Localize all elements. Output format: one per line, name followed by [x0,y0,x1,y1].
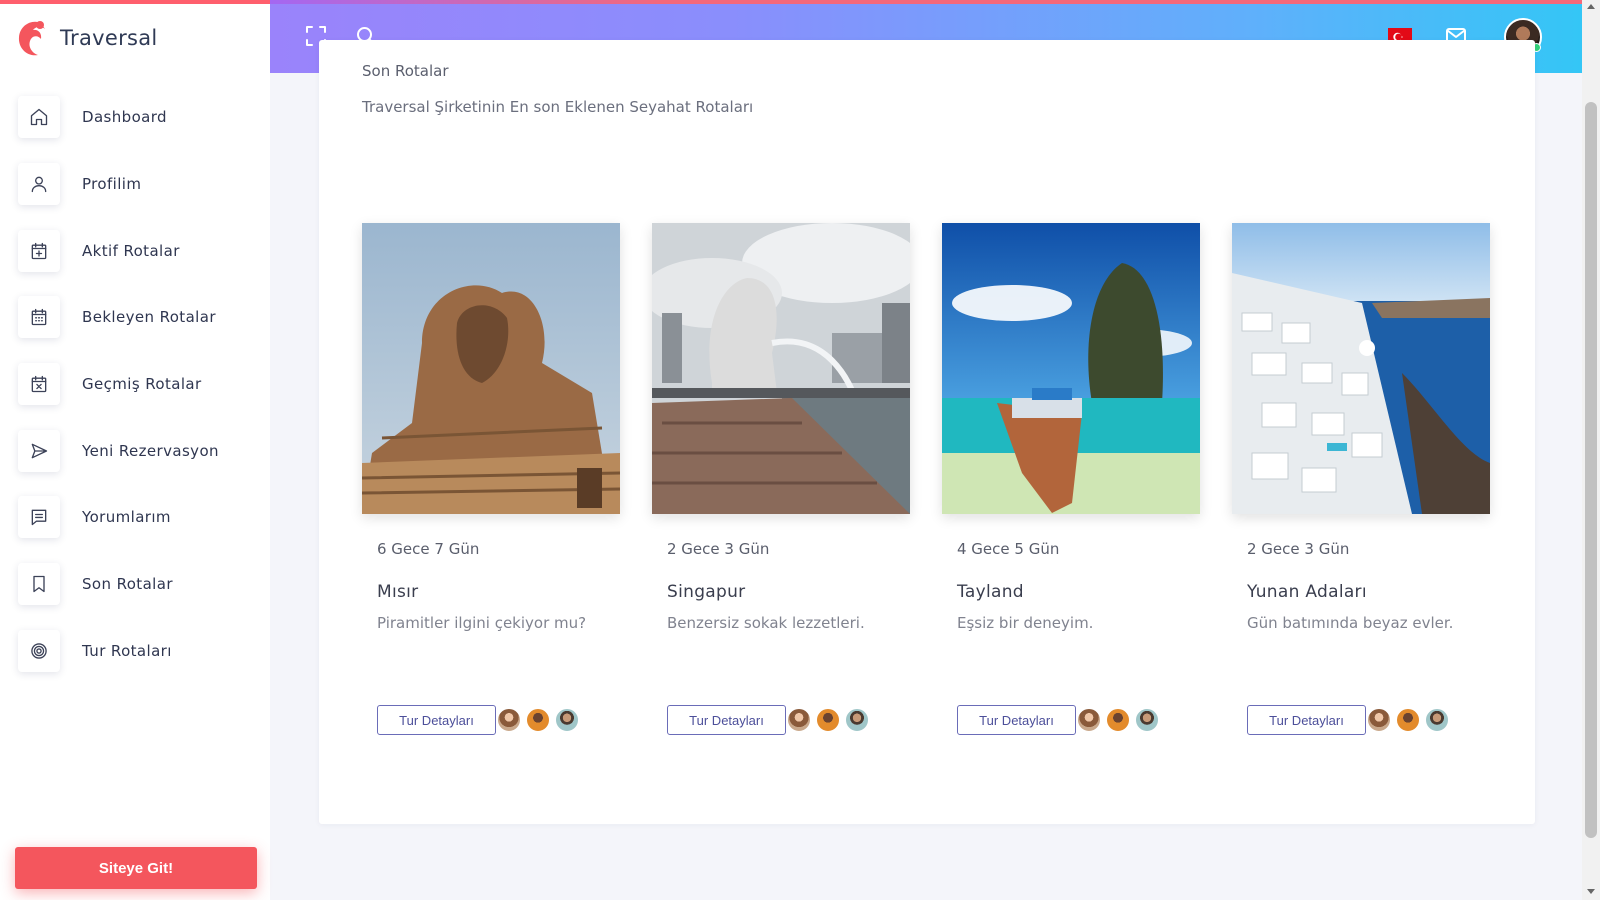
calendar-x-icon [18,363,60,406]
sidebar-item-label: Aktif Rotalar [82,241,180,260]
tour-card-singapur: 2 Gece 3 Gün Singapur Benzersiz sokak le… [652,223,910,743]
tour-participants [1366,707,1453,733]
sidebar-nav: Dashboard Profilim Aktif Rotalar Bekleye… [18,84,268,684]
tour-participants [1076,707,1163,733]
calendar-plus-icon [18,229,60,272]
tour-description: Piramitler ilgini çekiyor mu? [377,614,587,632]
sidebar-item-yeni-rezervasyon[interactable]: Yeni Rezervasyon [18,417,268,484]
sidebar-item-label: Dashboard [82,108,167,127]
participant-avatar[interactable] [815,707,841,733]
tour-card-misir: 6 Gece 7 Gün Mısır Piramitler ilgini çek… [362,223,620,743]
participant-avatar[interactable] [1424,707,1450,733]
sidebar: Traversal Dashboard Profilim Aktif Rotal… [0,0,270,900]
sphinx-image[interactable] [362,223,620,514]
sidebar-item-son-rotalar[interactable]: Son Rotalar [18,551,268,618]
sidebar-item-yorumlarim[interactable]: Yorumlarım [18,484,268,551]
user-icon [18,163,60,206]
sidebar-item-dashboard[interactable]: Dashboard [18,84,268,151]
participant-avatar[interactable] [496,707,522,733]
latest-routes-card: Son Rotalar Traversal Şirketinin En son … [319,40,1535,824]
sidebar-item-label: Yeni Rezervasyon [82,441,219,460]
sidebar-item-profilim[interactable]: Profilim [18,151,268,218]
sidebar-item-label: Son Rotalar [82,575,173,594]
tour-participants [786,707,873,733]
tour-details-button[interactable]: Tur Detayları [667,705,786,735]
comment-icon [18,496,60,539]
tour-card-yunan-adalari: 2 Gece 3 Gün Yunan Adaları Gün batımında… [1232,223,1490,743]
tour-list: 6 Gece 7 Gün Mısır Piramitler ilgini çek… [362,223,1492,783]
merlion-image[interactable] [652,223,910,514]
scrollbar-thumb[interactable] [1585,102,1597,838]
scroll-up-arrow-icon[interactable] [1587,4,1595,9]
participant-avatar[interactable] [1105,707,1131,733]
target-icon [18,629,60,672]
sidebar-item-tur-rotalari[interactable]: Tur Rotaları [18,618,268,685]
tour-duration: 4 Gece 5 Gün [957,540,1060,558]
page-subtitle: Traversal Şirketinin En son Eklenen Seya… [362,98,754,116]
participant-avatar[interactable] [1076,707,1102,733]
brand-logo-icon [18,21,45,56]
sidebar-item-label: Bekleyen Rotalar [82,308,216,327]
tour-participants [496,707,583,733]
calendar-grid-icon [18,296,60,339]
home-icon [18,96,60,139]
tour-details-button[interactable]: Tur Detayları [957,705,1076,735]
participant-avatar[interactable] [786,707,812,733]
sidebar-top-accent [0,0,270,4]
tour-description: Benzersiz sokak lezzetleri. [667,614,865,632]
tour-duration: 2 Gece 3 Gün [667,540,770,558]
page-title: Son Rotalar [362,62,449,80]
tour-name: Mısır [377,582,419,602]
participant-avatar[interactable] [844,707,870,733]
participant-avatar[interactable] [525,707,551,733]
sidebar-item-label: Yorumlarım [82,508,171,527]
tour-duration: 2 Gece 3 Gün [1247,540,1350,558]
sidebar-item-gecmis-rotalar[interactable]: Geçmiş Rotalar [18,351,268,418]
sidebar-item-label: Geçmiş Rotalar [82,375,202,394]
brand-name: Traversal [60,26,158,50]
tour-card-tayland: 4 Gece 5 Gün Tayland Eşsiz bir deneyim. … [942,223,1200,743]
tour-duration: 6 Gece 7 Gün [377,540,480,558]
participant-avatar[interactable] [1395,707,1421,733]
participant-avatar[interactable] [554,707,580,733]
tour-name: Tayland [957,582,1024,602]
send-icon [18,429,60,472]
sidebar-item-bekleyen-rotalar[interactable]: Bekleyen Rotalar [18,284,268,351]
tour-name: Yunan Adaları [1247,582,1367,602]
go-to-site-button[interactable]: Siteye Git! [15,847,257,889]
scroll-down-arrow-icon[interactable] [1587,889,1595,894]
brand[interactable]: Traversal [14,16,158,60]
tour-description: Gün batımında beyaz evler. [1247,614,1454,632]
sidebar-item-label: Tur Rotaları [82,641,172,660]
participant-avatar[interactable] [1366,707,1392,733]
page-scrollbar[interactable] [1582,0,1600,900]
tour-description: Eşsiz bir deneyim. [957,614,1094,632]
header-top-accent [270,0,1582,4]
longtail-boat-image[interactable] [942,223,1200,514]
sidebar-item-aktif-rotalar[interactable]: Aktif Rotalar [18,217,268,284]
tour-name: Singapur [667,582,746,602]
santorini-image[interactable] [1232,223,1490,514]
tour-details-button[interactable]: Tur Detayları [377,705,496,735]
bookmark-icon [18,563,60,606]
sidebar-item-label: Profilim [82,175,142,194]
tour-details-button[interactable]: Tur Detayları [1247,705,1366,735]
participant-avatar[interactable] [1134,707,1160,733]
